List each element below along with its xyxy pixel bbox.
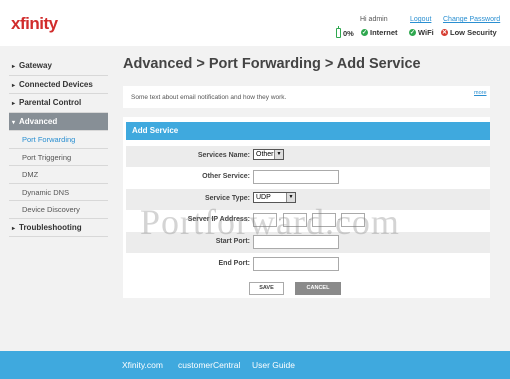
footer-link-user-guide[interactable]: User Guide (252, 360, 295, 370)
battery-status: 0% (336, 26, 354, 38)
wifi-status-text: WiFi (418, 28, 434, 37)
cancel-button[interactable]: CANCEL (295, 282, 341, 295)
start-port-row: Start Port: (126, 232, 490, 253)
sidebar-subitem-port-triggering[interactable]: Port Triggering (9, 149, 108, 166)
sidebar-subitem-dynamic-dns[interactable]: Dynamic DNS (9, 184, 108, 201)
check-icon: ✓ (409, 29, 416, 36)
server-ip-octet-4[interactable] (341, 213, 365, 227)
sidebar-subitem-port-forwarding[interactable]: Port Forwarding (9, 131, 108, 149)
sidebar-nav: ▸ Gateway ▸ Connected Devices ▸ Parental Co… (9, 57, 108, 237)
ip-separator: . (309, 215, 311, 222)
sidebar-item-advanced[interactable]: ▾ Advanced (9, 112, 108, 131)
server-ip-octet-3[interactable] (312, 213, 336, 227)
service-type-row: Service Type: UDP ▼ (126, 189, 490, 210)
more-link[interactable]: more (474, 90, 487, 96)
info-text: Some text about email notification and h… (131, 94, 287, 101)
sidebar-item-parental-control[interactable]: ▸ Parental Control (9, 94, 108, 113)
greeting-text: Hi admin (360, 16, 388, 23)
save-button[interactable]: SAVE (249, 282, 284, 295)
footer-link-customer-central[interactable]: customerCentral (178, 360, 240, 370)
footer: Xfinity.com customerCentral User Guide (0, 351, 510, 379)
sidebar-subitem-dmz[interactable]: DMZ (9, 166, 108, 184)
ip-separator: . (279, 215, 281, 222)
start-port-input[interactable] (253, 235, 339, 249)
chevron-down-icon: ▼ (286, 193, 295, 202)
other-service-row: Other Service: (126, 167, 490, 188)
sidebar-item-label: Gateway (19, 61, 52, 70)
x-icon: ✕ (441, 29, 448, 36)
page-title: Advanced > Port Forwarding > Add Service (123, 56, 421, 72)
check-icon: ✓ (361, 29, 368, 36)
services-name-label: Services Name: (197, 152, 250, 159)
other-service-label: Other Service: (202, 173, 250, 180)
header: xfinity Hi admin Logout Change Password … (0, 0, 510, 46)
end-port-row: End Port: (126, 254, 490, 275)
battery-status-text: 0% (343, 28, 354, 38)
server-ip-octet-2[interactable] (283, 213, 307, 227)
xfinity-logo[interactable]: xfinity (11, 14, 58, 34)
service-type-label: Service Type: (204, 195, 250, 202)
sidebar-item-label: Troubleshooting (19, 222, 82, 232)
form-header: Add Service (126, 122, 490, 140)
sidebar-item-label: Parental Control (19, 98, 82, 107)
services-name-value: Other (256, 151, 274, 158)
services-name-row: Services Name: Other ▼ (126, 146, 490, 167)
sidebar-item-gateway[interactable]: ▸ Gateway (9, 57, 108, 76)
chevron-right-icon: ▸ (12, 82, 16, 89)
footer-link-xfinity[interactable]: Xfinity.com (122, 360, 163, 370)
chevron-right-icon: ▸ (12, 101, 16, 107)
add-service-form: Add Service Services Name: Other ▼ Other… (123, 117, 490, 298)
chevron-down-icon: ▾ (12, 119, 16, 126)
internet-status: ✓ Internet (361, 28, 398, 37)
logout-link[interactable]: Logout (410, 16, 431, 23)
security-status-text: Low Security (450, 28, 497, 37)
sidebar-item-troubleshooting[interactable]: ▸ Troubleshooting (9, 219, 108, 237)
info-box: Some text about email notification and h… (123, 86, 490, 108)
ip-separator: . (338, 215, 340, 222)
end-port-label: End Port: (218, 260, 251, 267)
server-ip-octet-1[interactable] (253, 213, 277, 227)
service-type-select[interactable]: UDP ▼ (253, 192, 296, 203)
chevron-right-icon: ▸ (12, 225, 16, 232)
sidebar-item-label: Connected Devices (19, 79, 93, 89)
change-password-link[interactable]: Change Password (443, 16, 500, 23)
chevron-down-icon: ▼ (274, 150, 283, 159)
sidebar-subitem-device-discovery[interactable]: Device Discovery (9, 201, 108, 219)
service-type-value: UDP (256, 194, 271, 201)
wifi-status: ✓ WiFi (409, 28, 434, 37)
internet-status-text: Internet (370, 28, 398, 37)
services-name-select[interactable]: Other ▼ (253, 149, 284, 160)
chevron-right-icon: ▸ (12, 64, 16, 70)
other-service-input[interactable] (253, 170, 339, 184)
end-port-input[interactable] (253, 257, 339, 271)
sidebar-item-connected-devices[interactable]: ▸ Connected Devices (9, 76, 108, 94)
start-port-label: Start Port: (215, 238, 250, 245)
battery-icon (336, 26, 341, 38)
server-ip-row: Server IP Address: . . . (126, 210, 490, 231)
sidebar-item-label: Advanced (19, 116, 58, 126)
server-ip-label: Server IP Address: (187, 216, 250, 223)
security-status: ✕ Low Security (441, 28, 497, 37)
